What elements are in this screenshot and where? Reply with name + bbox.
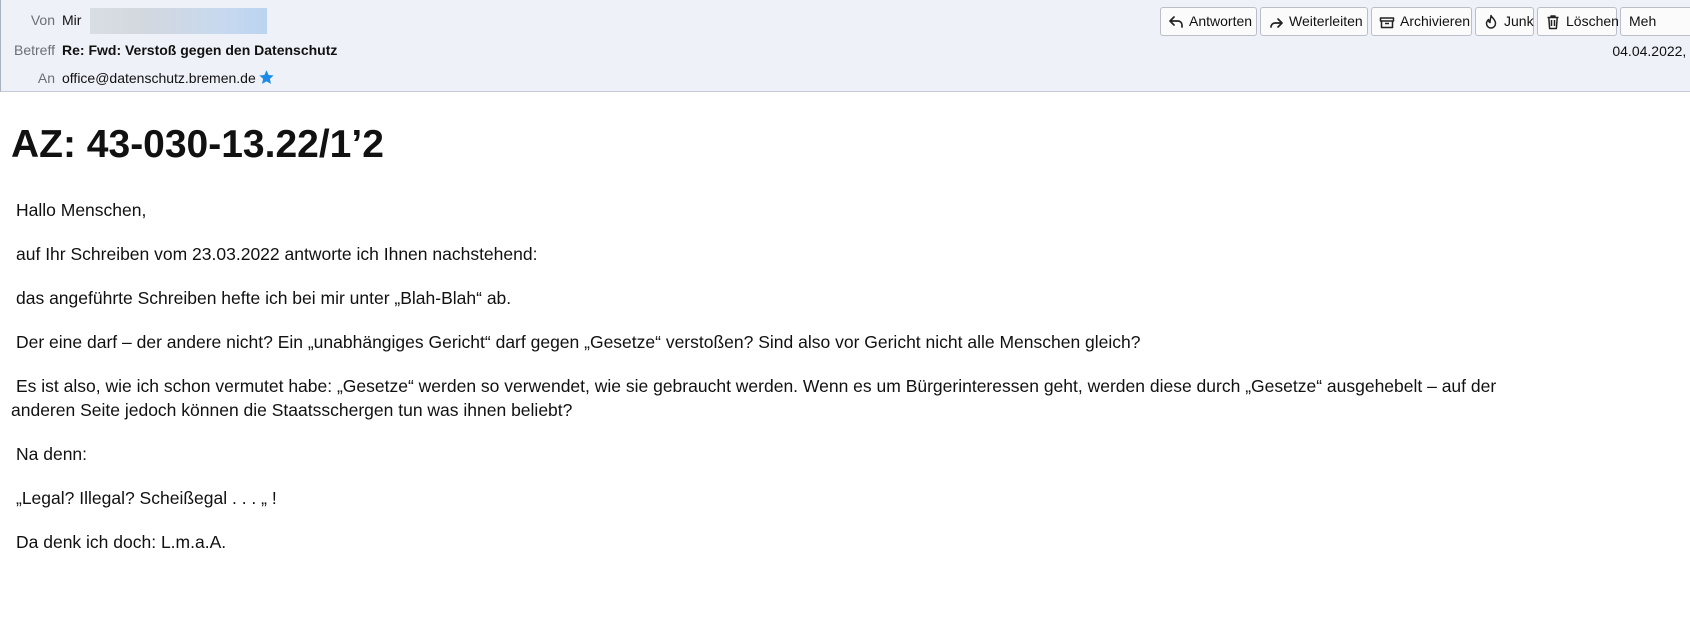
star-icon[interactable] [258, 69, 275, 86]
paragraph-text: „Legal? Illegal? Scheißegal . . . „ ! [16, 488, 277, 508]
paragraph-text: anderen Seite jedoch können die Staatssc… [11, 400, 573, 420]
to-address[interactable]: office@datenschutz.bremen.de [62, 70, 256, 86]
paragraph: Na denn: [11, 441, 1681, 467]
paragraph: Hallo Menschen, [11, 197, 1681, 223]
paragraph-text: Hallo Menschen, [16, 200, 147, 220]
junk-flame-icon [1485, 14, 1497, 29]
paragraph: auf Ihr Schreiben vom 23.03.2022 antwort… [11, 241, 1681, 267]
forward-icon [1270, 18, 1283, 28]
reply-button[interactable]: Antworten [1160, 7, 1257, 36]
paragraph-text: Da denk ich doch: L.m.a.A. [16, 532, 227, 552]
paragraph-text: das angeführte Schreiben hefte ich bei m… [16, 288, 512, 308]
paragraph-text: Na denn: [16, 444, 88, 464]
paragraph-line: anderen Seite jedoch können die Staatssc… [11, 397, 1681, 423]
paragraph-line: Es ist also, wie ich schon vermutet habe… [11, 373, 1681, 399]
trash-icon [1547, 15, 1559, 30]
paragraph: das angeführte Schreiben hefte ich bei m… [11, 285, 1681, 311]
reply-icon [1169, 16, 1183, 28]
junk-button[interactable]: Junk [1475, 7, 1534, 36]
junk-label: Junk [1504, 13, 1534, 29]
to-value: office@datenschutz.bremen.de [62, 69, 275, 87]
more-button[interactable]: Meh [1620, 7, 1690, 36]
from-value[interactable]: Mir [62, 11, 81, 29]
message-date: 04.04.2022, 0 [1612, 43, 1690, 59]
paragraph-text: Es ist also, wie ich schon vermutet habe… [16, 376, 1497, 396]
message-heading: AZ: 43-030-13.22/1’2 [11, 123, 384, 166]
from-label: Von [30, 12, 55, 28]
archive-button[interactable]: Archivieren [1371, 7, 1472, 36]
delete-label: Löschen [1566, 13, 1619, 29]
delete-button[interactable]: Löschen [1537, 7, 1619, 36]
forward-button[interactable]: Weiterleiten [1260, 7, 1368, 36]
to-label: An [37, 70, 55, 86]
more-label: Meh [1629, 13, 1657, 29]
subject-label: Betreff [14, 42, 55, 58]
forward-label: Weiterleiten [1289, 13, 1363, 29]
paragraph-text: Der eine darf – der andere nicht? Ein „u… [16, 332, 1141, 352]
message-header: Von Mir Betreff Re: Fwd: Verstoß gegen d… [0, 0, 1690, 92]
archive-label: Archivieren [1400, 13, 1471, 29]
subject-value: Re: Fwd: Verstoß gegen den Datenschutz [62, 42, 338, 58]
paragraph: Da denk ich doch: L.m.a.A. [11, 529, 1681, 555]
paragraph-text: auf Ihr Schreiben vom 23.03.2022 antwort… [16, 244, 538, 264]
paragraph: Der eine darf – der andere nicht? Ein „u… [11, 329, 1681, 355]
paragraph: „Legal? Illegal? Scheißegal . . . „ ! [11, 485, 1681, 511]
archive-icon [1379, 17, 1395, 29]
redacted-sender-address [90, 8, 267, 34]
reply-label: Antworten [1189, 13, 1253, 29]
